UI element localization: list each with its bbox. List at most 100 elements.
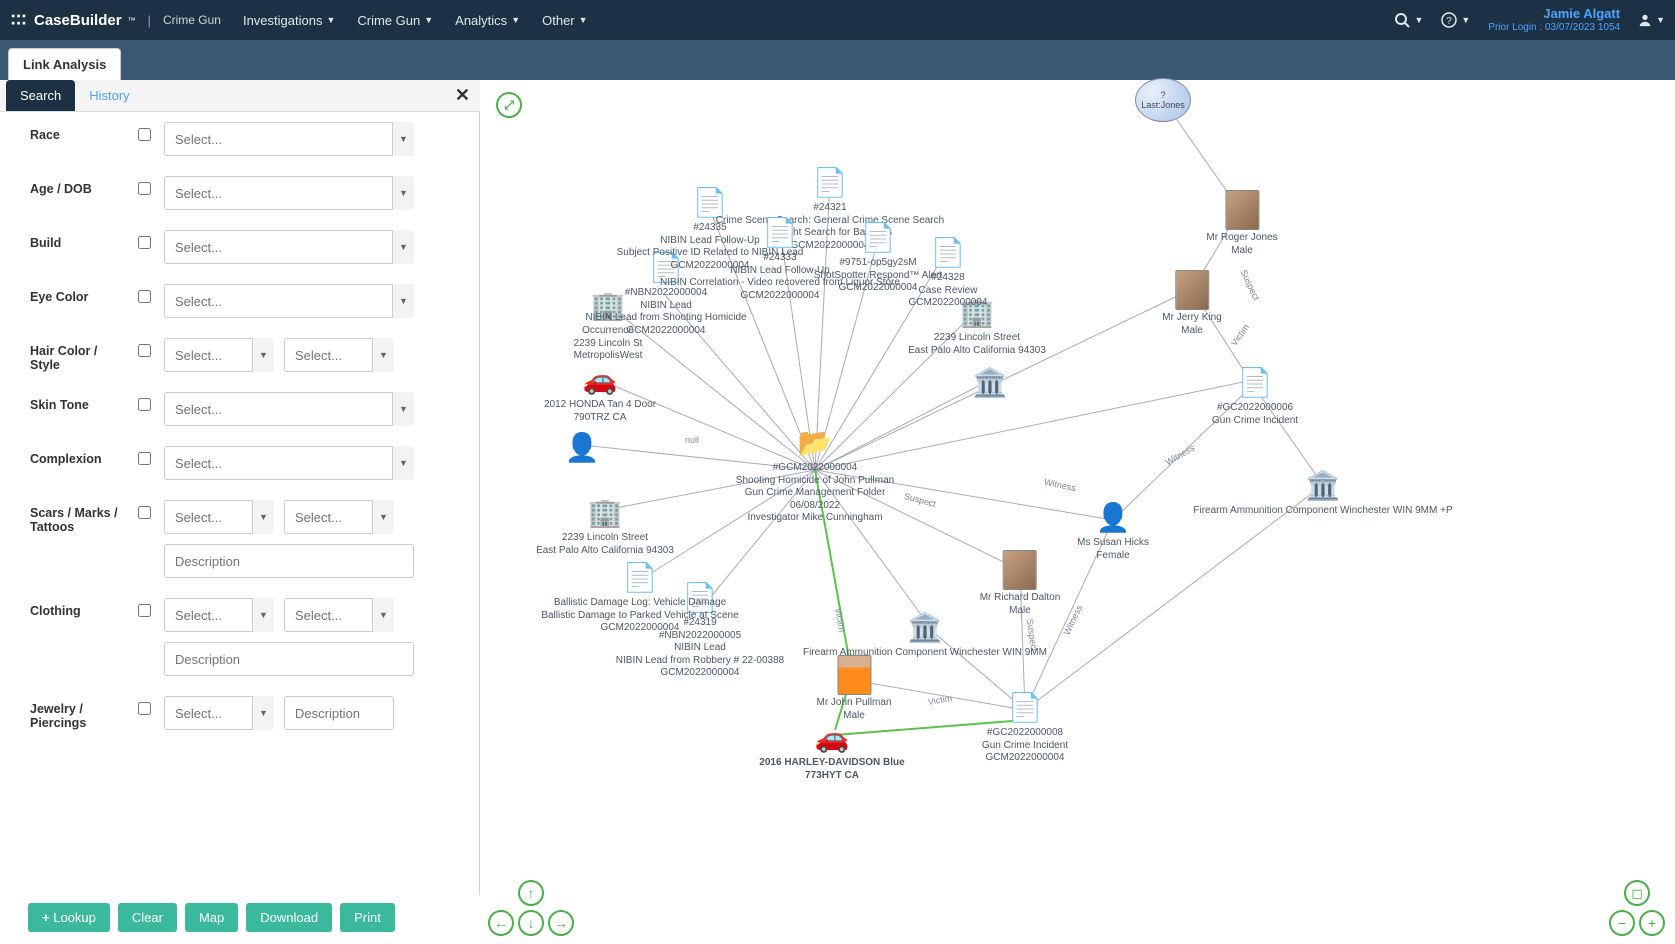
zoom-in-button[interactable]: + [1639,910,1665,936]
select-eye[interactable] [164,284,414,318]
check-race[interactable] [138,128,151,141]
check-age[interactable] [138,182,151,195]
node-vehicle-honda[interactable]: 🚗 2012 HONDA Tan 4 Door790TRZ CA [544,362,656,424]
lookup-button[interactable]: Lookup [28,903,110,932]
download-button[interactable]: Download [246,903,332,932]
link-graph-canvas[interactable]: ⤢ [480,80,1675,944]
select-skin[interactable] [164,392,414,426]
pan-down-button[interactable]: ↓ [518,910,544,936]
nav-investigations[interactable]: Investigations▼ [243,13,335,28]
avatar [1175,270,1209,310]
label-jewelry: Jewelry / Piercings [30,696,128,730]
node-institution-blank[interactable]: 🏛️ [973,365,1008,402]
pan-up-button[interactable]: ↑ [518,880,544,906]
person-icon: 👤 [565,430,600,465]
chevron-down-icon: ▼ [1461,15,1470,25]
node-person-susan[interactable]: 👤 Ms Susan HicksFemale [1077,500,1149,562]
search-icon[interactable]: ▼ [1394,12,1423,28]
select-hair-color[interactable] [164,338,274,372]
select-scars-1[interactable] [164,500,274,534]
node-person-jerry[interactable]: Mr Jerry KingMale [1162,270,1221,337]
pan-right-button[interactable]: → [548,910,574,936]
input-jewelry-desc[interactable] [284,696,394,730]
help-icon[interactable]: ? ▼ [1441,12,1470,28]
label-eye: Eye Color [30,284,128,304]
node-task-24328[interactable]: 📄 #24328Case ReviewGCM2022000004 [909,235,988,310]
user-menu-icon[interactable]: ▼ [1638,13,1665,27]
zoom-controls: ◻ − + [1609,880,1665,936]
node-ammo-2[interactable]: 🏛️ Firearm Ammunition Component Winchest… [803,610,1047,660]
check-eye[interactable] [138,290,151,303]
node-vehicle-harley[interactable]: 🚗 2016 HARLEY-DAVIDSON Blue773HYT CA [759,720,904,782]
select-build[interactable] [164,230,414,264]
chevron-down-icon: ▼ [579,15,588,25]
tab-search[interactable]: Search [6,80,75,111]
label-hair: Hair Color / Style [30,338,128,372]
label-clothing: Clothing [30,598,128,618]
nav-analytics[interactable]: Analytics▼ [455,13,520,28]
nav-other[interactable]: Other▼ [542,13,587,28]
avatar [1003,550,1037,590]
pan-left-button[interactable]: ← [488,910,514,936]
input-scars-desc[interactable] [164,544,414,578]
select-scars-2[interactable] [284,500,394,534]
prior-login: Prior Login : 03/07/2023 1054 [1488,22,1620,34]
document-icon: 📄 [909,235,988,270]
node-person-roger[interactable]: Mr Roger JonesMale [1206,190,1277,257]
car-icon: 🚗 [544,362,656,397]
label-build: Build [30,230,128,250]
tab-history[interactable]: History [75,80,143,111]
node-person-richard[interactable]: Mr Richard DaltonMale [980,550,1061,617]
check-jewelry[interactable] [138,702,151,715]
institution-icon: 🏛️ [973,365,1008,400]
input-clothing-desc[interactable] [164,642,414,676]
close-icon[interactable]: ✕ [455,85,470,106]
check-scars[interactable] [138,506,151,519]
node-incident-gc6[interactable]: 📄 #GC2022000006Gun Crime Incident [1212,365,1298,427]
institution-icon: 🏛️ [1193,468,1452,503]
node-center-folder[interactable]: 📂 #GCM2022000004Shooting Homicide of Joh… [736,425,894,525]
check-build[interactable] [138,236,151,249]
select-age[interactable] [164,176,414,210]
clear-button[interactable]: Clear [118,903,177,932]
label-complexion: Complexion [30,446,128,466]
main-nav: Investigations▼ Crime Gun▼ Analytics▼ Ot… [243,13,588,28]
topbar: CaseBuilder™ | Crime Gun Investigations▼… [0,0,1675,40]
node-incident-gc8[interactable]: 📄 #GC2022000008Gun Crime IncidentGCM2022… [982,690,1068,765]
chevron-down-icon: ▼ [511,15,520,25]
check-complexion[interactable] [138,452,151,465]
document-icon: 📄 [540,560,740,595]
user-name: Jamie Algatt [1488,6,1620,22]
zoom-out-button[interactable]: − [1609,910,1635,936]
check-hair[interactable] [138,344,151,357]
fit-button[interactable]: ◻ [1624,880,1650,906]
select-clothing-1[interactable] [164,598,274,632]
button-bar: Lookup Clear Map Download Print [0,895,480,944]
print-button[interactable]: Print [340,903,395,932]
map-button[interactable]: Map [185,903,238,932]
check-skin[interactable] [138,398,151,411]
nav-crime-gun[interactable]: Crime Gun▼ [357,13,433,28]
document-icon: 📄 [982,690,1068,725]
node-person-john[interactable]: Mr John PullmanMale [816,655,891,722]
node-query[interactable]: ? Last:Jones [1135,78,1191,122]
select-hair-style[interactable] [284,338,394,372]
select-complexion[interactable] [164,446,414,480]
tab-link-analysis[interactable]: Link Analysis [8,48,121,80]
select-jewelry[interactable] [164,696,274,730]
check-clothing[interactable] [138,604,151,617]
node-task-ballistic[interactable]: 📄 Ballistic Damage Log: Vehicle DamageBa… [540,560,740,635]
person-icon: 👤 [1077,500,1149,535]
select-clothing-2[interactable] [284,598,394,632]
node-address-1[interactable]: 🏢 2239 Lincoln StreetEast Palo Alto Cali… [536,495,674,557]
brand-subtitle: Crime Gun [163,13,221,27]
node-ammo-1[interactable]: 🏛️ Firearm Ammunition Component Winchest… [1193,468,1452,518]
brand-name: CaseBuilder [34,12,122,29]
folder-open-icon: 📂 [736,425,894,460]
select-race[interactable] [164,122,414,156]
label-skin: Skin Tone [30,392,128,412]
node-person-unknown[interactable]: 👤 [565,430,600,467]
user-info: Jamie Algatt Prior Login : 03/07/2023 10… [1488,6,1620,34]
document-icon: 📄 [715,165,945,200]
pan-controls: ↑ ← ↓ → [488,880,574,936]
